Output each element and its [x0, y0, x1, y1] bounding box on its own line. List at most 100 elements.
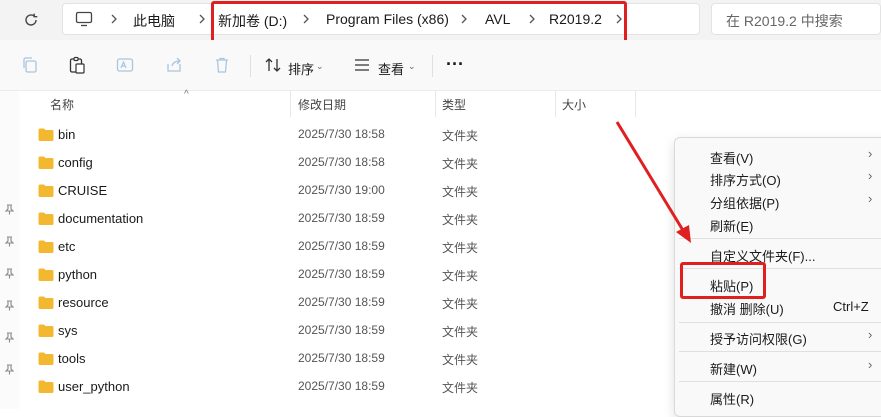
view-icon[interactable]	[352, 55, 372, 75]
toolbar-divider	[250, 55, 251, 77]
delete-icon[interactable]	[212, 55, 232, 75]
search-input[interactable]: 在 R2019.2 中搜索	[711, 3, 881, 35]
chevron-down-icon[interactable]: ⌄	[316, 61, 324, 72]
command-bar: 排序 ⌄ 查看 ⌄ ···	[0, 40, 881, 91]
folder-shape	[38, 212, 54, 225]
column-header: ^ 名称 修改日期 类型 大小	[20, 89, 660, 117]
column-type[interactable]: 类型	[442, 96, 466, 113]
column-divider[interactable]	[290, 91, 291, 117]
column-name[interactable]: 名称	[50, 96, 74, 113]
file-name[interactable]: config	[58, 155, 93, 170]
folder-icon	[38, 128, 54, 141]
menu-item-view[interactable]: 查看(V)	[710, 148, 753, 167]
file-name[interactable]: documentation	[58, 211, 143, 226]
breadcrumb-item-r2019-2[interactable]: R2019.2	[549, 11, 602, 27]
chevron-right-icon: ›	[868, 191, 873, 206]
column-divider[interactable]	[555, 91, 556, 117]
menu-item-group[interactable]: 分组依据(P)	[710, 193, 779, 212]
more-options-button[interactable]: ···	[446, 54, 464, 75]
file-row[interactable]: tools 2025/7/30 18:59 文件夹	[20, 345, 660, 373]
file-type: 文件夹	[442, 381, 479, 395]
menu-item-refresh[interactable]: 刷新(E)	[710, 216, 753, 235]
navigation-pane[interactable]	[0, 91, 19, 409]
menu-item-new[interactable]: 新建(W)	[710, 359, 757, 378]
breadcrumb-item-drive-d[interactable]: 新加卷 (D:)	[218, 11, 287, 31]
breadcrumb-item-this-pc[interactable]: 此电脑	[133, 11, 175, 31]
copy-icon[interactable]	[20, 55, 40, 75]
column-divider[interactable]	[635, 91, 636, 117]
folder-shape	[38, 352, 54, 365]
chevron-right-icon[interactable]	[300, 12, 312, 26]
column-size[interactable]: 大小	[562, 96, 586, 113]
file-row[interactable]: bin 2025/7/30 18:58 文件夹	[20, 121, 660, 149]
folder-shape	[38, 296, 54, 309]
address-bar-area: 此电脑 新加卷 (D:) Program Files (x86) AVL R20…	[0, 0, 881, 40]
share-icon[interactable]	[164, 55, 184, 75]
context-menu: 查看(V) › 排序方式(O) › 分组依据(P) › 刷新(E) 自定义文件夹…	[674, 137, 881, 417]
file-date: 2025/7/30 18:59	[298, 379, 385, 393]
sort-icon[interactable]	[263, 55, 283, 75]
chevron-down-icon[interactable]: ⌄	[408, 61, 416, 72]
column-divider[interactable]	[435, 91, 436, 117]
chevron-right-icon[interactable]	[526, 12, 538, 26]
column-date[interactable]: 修改日期	[298, 96, 346, 113]
file-name[interactable]: CRUISE	[58, 183, 107, 198]
chevron-right-icon[interactable]	[196, 12, 208, 26]
menu-item-paste[interactable]: 粘贴(P)	[710, 276, 753, 295]
file-name[interactable]: user_python	[58, 379, 130, 394]
file-type: 文件夹	[442, 353, 479, 367]
folder-shape	[38, 156, 54, 169]
folder-icon	[38, 156, 54, 169]
pin-icon	[4, 363, 15, 375]
chevron-right-icon[interactable]	[458, 12, 470, 26]
file-date: 2025/7/30 18:59	[298, 239, 385, 253]
menu-item-properties[interactable]: 属性(R)	[710, 389, 754, 408]
file-date: 2025/7/30 18:59	[298, 351, 385, 365]
file-row[interactable]: python 2025/7/30 18:59 文件夹	[20, 261, 660, 289]
chevron-right-icon: ›	[868, 357, 873, 372]
chevron-right-icon[interactable]	[613, 12, 625, 26]
paste-icon[interactable]	[67, 55, 87, 75]
file-row[interactable]: etc 2025/7/30 18:59 文件夹	[20, 233, 660, 261]
file-date: 2025/7/30 18:58	[298, 127, 385, 141]
file-type: 文件夹	[442, 185, 479, 199]
file-name[interactable]: bin	[58, 127, 75, 142]
view-button[interactable]: 查看	[378, 59, 404, 78]
file-name[interactable]: python	[58, 267, 97, 282]
file-name[interactable]: resource	[58, 295, 109, 310]
rename-icon[interactable]	[115, 55, 135, 75]
breadcrumb[interactable]: 此电脑 新加卷 (D:) Program Files (x86) AVL R20…	[62, 3, 700, 35]
sort-button[interactable]: 排序	[288, 59, 314, 78]
file-type: 文件夹	[442, 157, 479, 171]
menu-item-customize-folder[interactable]: 自定义文件夹(F)...	[710, 246, 815, 265]
file-row[interactable]: resource 2025/7/30 18:59 文件夹	[20, 289, 660, 317]
pin-icon	[4, 203, 15, 215]
file-row[interactable]: user_python 2025/7/30 18:59 文件夹	[20, 373, 660, 401]
menu-item-undo-delete[interactable]: 撤消 删除(U)	[710, 299, 784, 318]
file-name[interactable]: etc	[58, 239, 75, 254]
breadcrumb-item-avl[interactable]: AVL	[485, 11, 510, 27]
file-date: 2025/7/30 18:59	[298, 295, 385, 309]
menu-item-sort[interactable]: 排序方式(O)	[710, 170, 781, 189]
menu-divider	[679, 351, 881, 352]
file-row[interactable]: sys 2025/7/30 18:59 文件夹	[20, 317, 660, 345]
undo-shortcut: Ctrl+Z	[833, 299, 869, 314]
pin-icon	[4, 331, 15, 343]
file-type: 文件夹	[442, 325, 479, 339]
refresh-icon[interactable]	[22, 11, 40, 29]
file-type: 文件夹	[442, 241, 479, 255]
chevron-right-icon[interactable]	[108, 12, 120, 26]
chevron-right-icon: ›	[868, 146, 873, 161]
pin-icon	[4, 235, 15, 247]
file-row[interactable]: documentation 2025/7/30 18:59 文件夹	[20, 205, 660, 233]
file-row[interactable]: config 2025/7/30 18:58 文件夹	[20, 149, 660, 177]
breadcrumb-item-program-files[interactable]: Program Files (x86)	[326, 11, 449, 27]
folder-icon	[38, 184, 54, 197]
file-date: 2025/7/30 18:58	[298, 155, 385, 169]
file-name[interactable]: sys	[58, 323, 78, 338]
menu-item-grant-access[interactable]: 授予访问权限(G)	[710, 329, 807, 348]
file-date: 2025/7/30 18:59	[298, 211, 385, 225]
file-row[interactable]: CRUISE 2025/7/30 19:00 文件夹	[20, 177, 660, 205]
file-name[interactable]: tools	[58, 351, 85, 366]
folder-icon	[38, 324, 54, 337]
